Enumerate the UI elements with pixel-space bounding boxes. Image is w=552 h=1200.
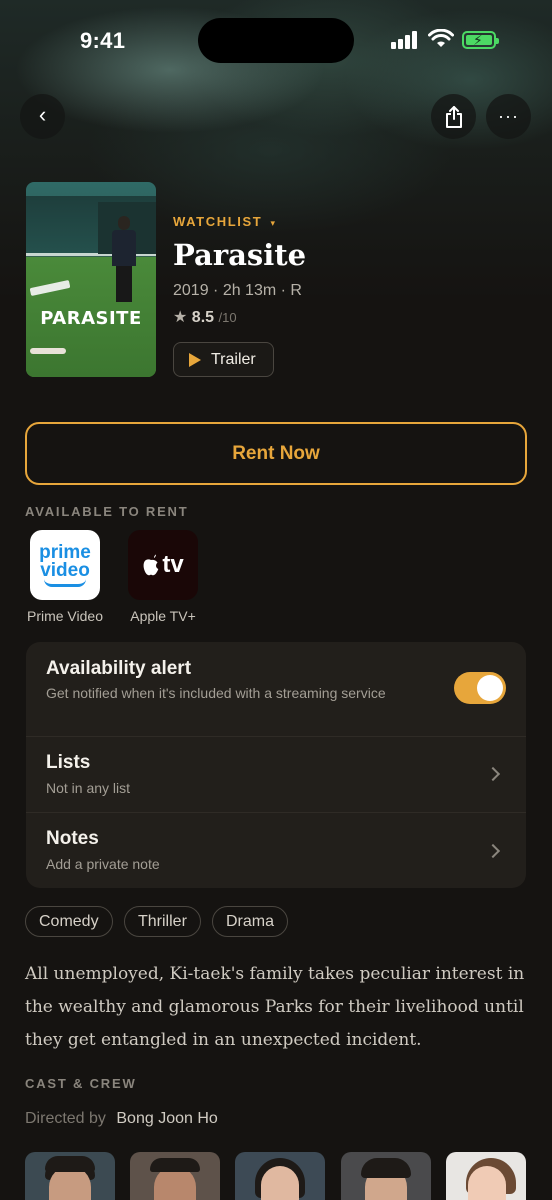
directed-by: Directed by Bong Joon Ho [25,1110,218,1128]
trailer-label: Trailer [211,350,256,368]
share-icon [445,105,462,128]
provider-name: Apple TV+ [130,608,196,624]
cast-photo[interactable] [130,1152,220,1200]
notes-title: Notes [46,828,99,849]
movie-meta: 2019 · 2h 13m · R [173,282,302,299]
availability-alert-subtitle: Get notified when it's included with a s… [46,685,386,701]
notes-row[interactable]: Notes Add a private note [26,813,526,888]
battery-icon: ⚡ [462,31,499,49]
cast-crew-label: CAST & CREW [25,1076,137,1091]
chevron-right-icon [485,766,501,782]
rent-now-button[interactable]: Rent Now [25,422,527,485]
cast-photo[interactable] [446,1152,526,1200]
available-to-rent-label: AVAILABLE TO RENT [25,504,189,519]
movie-title: Parasite [173,238,307,272]
signal-icon [391,31,419,49]
lists-subtitle: Not in any list [46,780,131,796]
star-icon: ★ [173,309,188,326]
notes-subtitle: Add a private note [46,856,160,872]
poster-title: PARASITE [40,308,142,329]
directed-by-label: Directed by [25,1110,106,1127]
prime-video-logo: prime video [30,530,100,600]
poster-figure [110,216,138,302]
movie-description: All unemployed, Ki-taek's family takes p… [25,964,525,1050]
cast-photo[interactable] [25,1152,115,1200]
share-button[interactable] [431,94,476,139]
caret-down-icon: ▾ [270,218,277,228]
chevron-left-icon: ‹ [38,102,47,127]
cast-photo[interactable] [235,1152,325,1200]
settings-card: Availability alert Get notified when it'… [26,642,526,888]
provider-apple-tv[interactable]: tv Apple TV+ [123,530,203,624]
availability-alert-toggle[interactable] [454,672,506,704]
director-name[interactable]: Bong Joon Ho [116,1110,217,1127]
rating-value: 8.5 [191,309,215,326]
back-button[interactable]: ‹ [20,94,65,139]
genre-chip-comedy[interactable]: Comedy [25,906,113,937]
ellipsis-icon: ··· [498,106,519,126]
rating-scale: /10 [218,310,237,325]
wifi-icon [428,29,454,47]
availability-alert-title: Availability alert [46,658,192,679]
dynamic-island [198,18,354,63]
trailer-button[interactable]: Trailer [173,342,274,377]
watchlist-dropdown[interactable]: WATCHLIST ▾ [173,214,277,229]
provider-prime-video[interactable]: prime video Prime Video [25,530,105,624]
status-time: 9:41 [80,28,126,53]
more-button[interactable]: ··· [486,94,531,139]
play-icon [189,352,201,367]
lists-row[interactable]: Lists Not in any list [26,737,526,812]
genre-chip-drama[interactable]: Drama [212,906,289,937]
status-bar: 9:41 ⚡ [0,0,552,80]
chevron-right-icon [485,843,501,859]
genre-chip-thriller[interactable]: Thriller [124,906,201,937]
movie-rating: ★ 8.5 /10 [173,307,237,327]
provider-name: Prime Video [26,608,103,624]
availability-alert-row: Availability alert Get notified when it'… [26,642,526,736]
movie-poster[interactable]: PARASITE [26,182,156,377]
watchlist-label: WATCHLIST [173,214,263,229]
lists-title: Lists [46,752,91,773]
apple-icon [143,554,159,576]
apple-tv-logo: tv [128,530,198,600]
cast-photo[interactable] [341,1152,431,1200]
